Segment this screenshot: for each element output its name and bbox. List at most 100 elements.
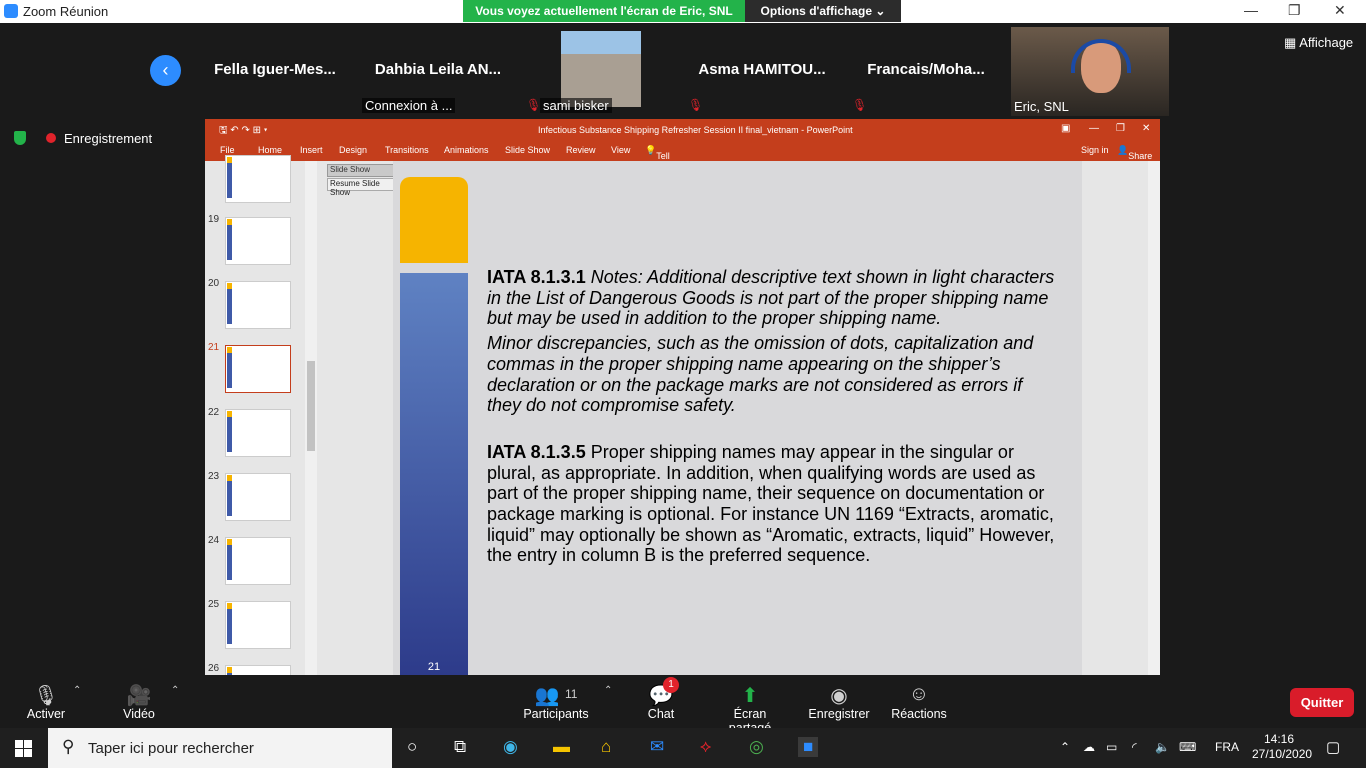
view-options-button[interactable]: Options d'affichage ⌄ — [745, 0, 901, 22]
recording-indicator: Enregistrement — [14, 131, 152, 146]
ppt-title: Infectious Substance Shipping Refresher … — [538, 125, 853, 135]
ppt-restore-icon: ❐ — [1116, 123, 1125, 134]
show-hidden-icons[interactable]: ⌃ — [1060, 740, 1070, 754]
zoom-logo-icon — [4, 4, 18, 18]
video-button[interactable]: 🎥 Vidéo — [120, 683, 158, 721]
slide-thumbnail — [225, 601, 291, 649]
participants-options-chevron[interactable]: ⌃ — [604, 685, 612, 696]
slide-editor: Slide Show Resume Slide Show 21 IATA 8.1… — [317, 161, 1160, 675]
chat-unread-badge: 1 — [663, 677, 679, 693]
shared-powerpoint-window: 🖫 ↶ ↷ ⊞ ▾ Infectious Substance Shipping … — [205, 119, 1160, 675]
view-button[interactable]: ▦ Affichage — [1284, 35, 1353, 51]
headset-shape — [1071, 39, 1131, 73]
muted-mic-icon: 🎙 — [526, 98, 542, 112]
slide-thumbnail — [225, 281, 291, 329]
ppt-titlebar: 🖫 ↶ ↷ ⊞ ▾ Infectious Substance Shipping … — [205, 119, 1160, 139]
current-slide: 21 IATA 8.1.3.1 Notes: Additional descri… — [393, 161, 1082, 675]
participant-tile[interactable]: Francais/Moha... 🎙 — [846, 26, 1006, 116]
onedrive-icon[interactable]: ☁ — [1083, 740, 1095, 754]
participant-name: Fella Iguer-Mes... — [214, 61, 336, 78]
clock-time: 14:16 — [1263, 732, 1295, 746]
record-dot-icon — [46, 133, 56, 143]
participants-button[interactable]: 👥 11 Participants — [522, 683, 590, 721]
video-label: Vidéo — [123, 707, 155, 721]
record-button[interactable]: ◉ Enregistrer — [808, 683, 870, 721]
task-view-icon[interactable]: ⧉ — [454, 737, 466, 757]
notifications-icon[interactable]: ▢ — [1326, 738, 1340, 756]
thumbnail-number: 20 — [208, 278, 220, 289]
tab-insert: Insert — [300, 145, 323, 155]
file-explorer-icon[interactable]: ▬ — [553, 737, 570, 757]
share-screen-icon: ⬆ — [741, 685, 759, 707]
participant-tile[interactable]: Dahbia Leila AN... Connexion à ... — [358, 26, 518, 116]
windows-taskbar: ⚲ Taper ici pour rechercher ○ ⧉ ◉ ▬ ⌂ ✉ … — [0, 728, 1366, 768]
chat-label: Chat — [647, 707, 675, 721]
ref-8-1-3-5: IATA 8.1.3.5 — [487, 441, 586, 462]
prev-participants-button[interactable]: ‹ — [150, 55, 181, 86]
participant-tile[interactable]: Fella Iguer-Mes... — [195, 26, 355, 116]
ppt-minimize-icon: — — [1089, 123, 1099, 134]
store-icon[interactable]: ⌂ — [601, 737, 611, 757]
close-button[interactable]: ✕ — [1334, 2, 1346, 19]
paragraph-8-1-3-5: IATA 8.1.3.5 Proper shipping names may a… — [487, 442, 1057, 566]
participant-tile[interactable]: sami bisker 🎙 — [520, 26, 680, 116]
reactions-label: Réactions — [891, 707, 947, 721]
editor-scrollbar — [1148, 161, 1160, 675]
thumbnail-number: 26 — [208, 663, 220, 674]
participant-label: Connexion à ... — [362, 98, 456, 113]
taskbar-clock[interactable]: 14:16 27/10/2020 — [1252, 732, 1313, 762]
record-label: Enregistrer — [808, 707, 870, 721]
participant-name: Dahbia Leila AN... — [374, 61, 502, 78]
discrepancies-text: Minor discrepancies, such as the omissio… — [487, 333, 1034, 416]
participant-name: Asma HAMITOU... — [698, 61, 826, 78]
slide-thumbnail — [225, 665, 291, 675]
slide-accent-yellow — [400, 177, 468, 263]
unmute-button[interactable]: 🎙 Activer — [25, 683, 67, 721]
reactions-button[interactable]: ☺ Réactions — [890, 683, 948, 721]
mail-icon[interactable]: ✉ — [650, 737, 664, 757]
battery-icon[interactable]: ▭ — [1106, 740, 1117, 754]
taskbar-search[interactable]: ⚲ Taper ici pour rechercher — [48, 728, 392, 768]
cortana-icon[interactable]: ○ — [407, 737, 417, 757]
active-speaker-video[interactable]: Eric, SNL — [1011, 27, 1169, 116]
search-icon: ⚲ — [62, 737, 75, 756]
resume-slideshow-button: Resume Slide Show — [327, 178, 403, 197]
volume-icon[interactable]: 🔈 — [1155, 740, 1170, 754]
participant-photo — [561, 31, 641, 107]
thumbnail-scrollbar — [305, 161, 317, 675]
video-off-icon: 🎥 — [126, 685, 152, 707]
wifi-icon[interactable]: ◜ — [1132, 740, 1137, 754]
tab-review: Review — [566, 145, 596, 155]
audio-options-chevron[interactable]: ⌃ — [73, 685, 81, 696]
minimize-button[interactable]: — — [1244, 2, 1258, 18]
ppt-ribbon-tabs: File Home Insert Design Transitions Anim… — [205, 139, 1160, 221]
slide-number: 21 — [427, 661, 441, 673]
sign-in-link: Sign in — [1081, 145, 1109, 155]
zoom-taskbar-icon[interactable]: ■ — [798, 737, 819, 757]
clock-date: 27/10/2020 — [1252, 747, 1313, 761]
participant-tile[interactable]: Asma HAMITOU... 🎙 — [682, 26, 842, 116]
keyboard-icon[interactable]: ⌨ — [1179, 740, 1196, 754]
share-link: 👤 Share — [1117, 145, 1153, 161]
chrome-icon[interactable]: ◎ — [749, 737, 764, 757]
acrobat-icon[interactable]: ⟡ — [700, 737, 711, 757]
slide-body: IATA 8.1.3.1 Notes: Additional descripti… — [487, 267, 1057, 570]
thumbnail-number: 22 — [208, 407, 220, 418]
muted-mic-icon: 🎙 — [688, 98, 704, 112]
slide-accent-blue — [400, 273, 468, 675]
edge-browser-icon[interactable]: ◉ — [503, 737, 518, 757]
maximize-button[interactable]: ❐ — [1288, 2, 1301, 19]
search-placeholder: Taper ici pour rechercher — [88, 740, 254, 757]
slide-thumbnail-selected — [225, 345, 291, 393]
thumbnail-number: 21 — [208, 342, 220, 353]
leave-meeting-button[interactable]: Quitter — [1290, 688, 1354, 717]
thumbnail-number: 25 — [208, 599, 220, 610]
window-title: Zoom Réunion — [23, 4, 109, 19]
participant-label: sami bisker — [540, 98, 612, 113]
video-options-chevron[interactable]: ⌃ — [171, 685, 179, 696]
windows-start-icon[interactable] — [15, 740, 32, 757]
slide-thumbnails-pane: 19 20 21 22 23 24 25 26 — [205, 155, 317, 675]
input-language[interactable]: FRA — [1215, 740, 1239, 754]
tab-view: View — [611, 145, 631, 155]
muted-mic-icon: 🎙 — [852, 98, 868, 112]
